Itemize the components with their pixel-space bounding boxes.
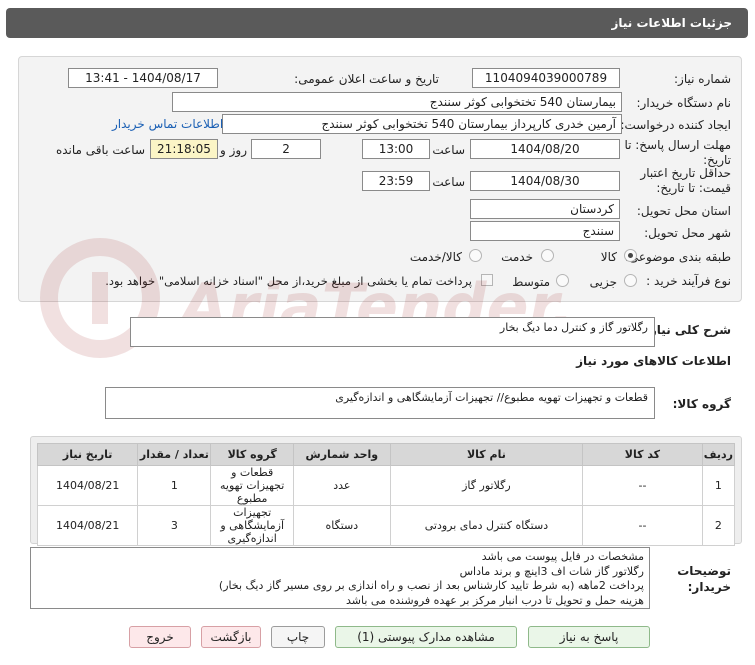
goods-table: ردیف کد کالا نام کالا واحد شمارش گروه کا… [36, 443, 736, 546]
remaining-days-label: روز و [220, 143, 247, 157]
buyer-contact-link[interactable]: اطلاعات تماس خریدار [112, 117, 223, 131]
cell-unit: دستگاه [292, 505, 391, 546]
cell-item-code: -- [582, 505, 703, 546]
treasury-payment-checkbox[interactable] [481, 274, 493, 286]
reply-deadline-date-field: 1404/08/20 [470, 139, 620, 159]
buyer-notes-line: رگلاتور گاز شات اف 3اینچ و برند ماداس [459, 564, 644, 578]
need-summary-field: رگلاتور گاز و کنترل دما دیگ بخار [130, 317, 655, 347]
process-option-minor: جزیی [589, 275, 617, 289]
cell-item-name: دستگاه کنترل دمای برودتی [389, 505, 584, 546]
process-radio-minor[interactable] [624, 274, 637, 287]
cell-unit: عدد [292, 465, 391, 506]
category-option-goods: کالا [600, 250, 617, 264]
col-header-group: گروه کالا [210, 443, 294, 466]
buyer-notes-label: توضیحات خریدار: [677, 564, 731, 594]
cell-item-name: رگلاتور گاز [389, 465, 584, 506]
process-radio-medium[interactable] [556, 274, 569, 287]
print-button[interactable]: چاپ [271, 626, 325, 648]
category-label: طبقه بندی موضوعی: [624, 250, 731, 264]
buyer-notes-line: هزینه حمل و تحویل تا درب انبار مرکز بر ع… [346, 593, 644, 607]
cell-need-date: 1404/08/21 [36, 505, 139, 546]
buyer-org-label: نام دستگاه خریدار: [636, 96, 732, 110]
cell-group: تجهیزات آزمایشگاهی و اندازه‌گیری [210, 505, 294, 546]
price-validity-date-field: 1404/08/30 [470, 171, 620, 191]
remaining-days-field: 2 [251, 139, 321, 159]
table-header-row: ردیف کد کالا نام کالا واحد شمارش گروه کا… [36, 443, 736, 466]
exit-button[interactable]: خروج [129, 626, 191, 648]
col-header-need-date: تاریخ نیاز [36, 443, 139, 466]
reply-deadline-time-field: 13:00 [362, 139, 430, 159]
category-option-service: خدمت [501, 250, 533, 264]
process-label: نوع فرآیند خرید : [646, 274, 731, 288]
col-header-item-code: کد کالا [582, 443, 703, 466]
goods-group-label: گروه کالا: [672, 397, 731, 411]
cell-need-date: 1404/08/21 [36, 465, 139, 506]
buyer-org-field: بیمارستان 540 تختخوابی کوثر سنندج [172, 92, 622, 112]
need-number-field: 1104094039000789 [472, 68, 620, 88]
cell-group: قطعات و تجهیزات تهویه مطبوع [210, 465, 294, 506]
col-header-item-name: نام کالا [389, 443, 584, 466]
category-radio-goods-service[interactable] [469, 249, 482, 262]
print-button-label: چاپ [286, 630, 310, 644]
buyer-notes-line: مشخصات در فایل پیوست می باشد [481, 550, 644, 563]
requester-field: آرمین خدری کارپرداز بیمارستان 540 تختخوا… [222, 114, 622, 134]
need-number-label: شماره نیاز: [674, 72, 731, 86]
goods-table-container: ردیف کد کالا نام کالا واحد شمارش گروه کا… [30, 436, 742, 546]
cell-row-number: 2 [701, 505, 736, 546]
reply-deadline-label: مهلت ارسال پاسخ: تا تاریخ: [624, 138, 731, 167]
col-header-quantity: تعداد / مقدار [137, 443, 212, 466]
reply-button[interactable]: پاسخ به نیاز [528, 626, 650, 648]
table-row: 2 -- دستگاه کنترل دمای برودتی دستگاه تجه… [36, 505, 736, 546]
back-button[interactable]: بازگشت [201, 626, 261, 648]
col-header-unit: واحد شمارش [292, 443, 391, 466]
category-radio-goods[interactable] [624, 249, 637, 262]
reply-deadline-time-label: ساعت [432, 143, 465, 157]
attachments-button[interactable]: مشاهده مدارک پیوستی (1) [335, 626, 517, 648]
page-header: جزئیات اطلاعات نیاز [6, 8, 748, 38]
page-title: جزئیات اطلاعات نیاز [611, 16, 732, 30]
need-summary-label: شرح کلی نیاز: [645, 323, 731, 337]
cell-item-code: -- [582, 465, 703, 506]
requester-label: ایجاد کننده درخواست: [620, 118, 731, 132]
reply-button-label: پاسخ به نیاز [559, 630, 619, 644]
cell-row-number: 1 [701, 465, 736, 506]
city-field: سنندج [470, 221, 620, 241]
province-field: کردستان [470, 199, 620, 219]
goods-group-field: قطعات و تجهیزات تهویه مطبوع// تجهیزات آز… [105, 387, 655, 419]
attachments-button-label: مشاهده مدارک پیوستی (1) [357, 630, 495, 644]
table-row: 1 -- رگلاتور گاز عدد قطعات و تجهیزات تهو… [36, 465, 736, 506]
category-option-goods-service: کالا/خدمت [409, 250, 462, 264]
price-validity-time-label: ساعت [432, 175, 465, 189]
exit-button-label: خروج [146, 630, 174, 644]
remaining-time-field: 21:18:05 [150, 139, 218, 159]
col-header-row-number: ردیف [701, 443, 736, 466]
announce-datetime-label: تاریخ و ساعت اعلان عمومی: [294, 72, 439, 86]
price-validity-label: حداقل تاریخ اعتبار قیمت: تا تاریخ: [640, 166, 731, 195]
buyer-notes-field: مشخصات در فایل پیوست می باشد رگلاتور گاز… [30, 547, 650, 609]
province-label: استان محل تحویل: [636, 204, 731, 218]
back-button-label: بازگشت [210, 630, 252, 644]
cell-quantity: 3 [137, 505, 212, 546]
treasury-payment-note: پرداخت تمام یا بخشی از مبلغ خرید،از محل … [105, 274, 472, 288]
price-validity-time-field: 23:59 [362, 171, 430, 191]
goods-section-title: اطلاعات کالاهای مورد نیاز [576, 354, 731, 368]
cell-quantity: 1 [137, 465, 212, 506]
category-radio-service[interactable] [541, 249, 554, 262]
buyer-notes-line: پرداخت 2ماهه (به شرط تایید کارشناس بعد ا… [218, 579, 644, 592]
announce-datetime-field: 1404/08/17 - 13:41 [68, 68, 218, 88]
remaining-time-label: ساعت باقی مانده [55, 143, 145, 157]
city-label: شهر محل تحویل: [644, 226, 731, 240]
process-option-medium: متوسط [512, 275, 550, 289]
